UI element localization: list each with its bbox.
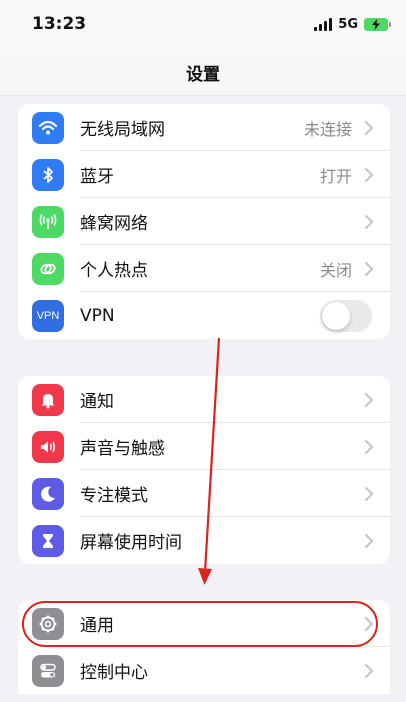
status-time: 13:23 bbox=[32, 14, 87, 34]
hotspot-value: 关闭 bbox=[319, 260, 352, 280]
hourglass-icon bbox=[32, 524, 64, 557]
bluetooth-value: 打开 bbox=[319, 166, 352, 186]
focus-label: 专注模式 bbox=[80, 486, 148, 506]
vpn-icon-text: VPN bbox=[36, 309, 60, 322]
chevron-right-icon bbox=[365, 120, 374, 135]
wifi-value: 未连接 bbox=[303, 119, 352, 139]
row-sounds[interactable]: 声音与触感 bbox=[18, 423, 390, 470]
notifications-label: 通知 bbox=[80, 392, 114, 412]
row-general[interactable]: 通用 bbox=[18, 600, 390, 647]
chevron-right-icon bbox=[365, 486, 374, 501]
bell-icon bbox=[32, 383, 64, 416]
cellular-label: 蜂窝网络 bbox=[80, 214, 148, 234]
chevron-right-icon bbox=[365, 439, 374, 454]
network-type: 5G bbox=[338, 16, 358, 32]
control-center-label: 控制中心 bbox=[80, 663, 148, 683]
status-indicators: 5G bbox=[314, 15, 391, 33]
wifi-label: 无线局域网 bbox=[80, 120, 165, 140]
chevron-right-icon bbox=[365, 616, 374, 631]
row-wifi[interactable]: 无线局域网 未连接 bbox=[18, 104, 390, 151]
antenna-icon bbox=[32, 205, 64, 238]
general-label: 通用 bbox=[80, 616, 114, 636]
status-bar: 13:23 5G bbox=[0, 0, 406, 50]
row-cellular[interactable]: 蜂窝网络 bbox=[18, 198, 390, 245]
signal-icon bbox=[314, 17, 333, 31]
sounds-label: 声音与触感 bbox=[80, 439, 165, 459]
nav-bar: 设置 bbox=[0, 50, 406, 96]
row-bluetooth[interactable]: 蓝牙 打开 bbox=[18, 151, 390, 198]
vpn-toggle[interactable] bbox=[320, 299, 372, 332]
chevron-right-icon bbox=[365, 663, 374, 678]
notifications-group: 通知 声音与触感 专注模式 屏幕使用时间 bbox=[18, 376, 390, 564]
hotspot-label: 个人热点 bbox=[80, 261, 148, 281]
row-focus[interactable]: 专注模式 bbox=[18, 470, 390, 517]
battery-icon bbox=[364, 17, 391, 31]
general-group: 通用 控制中心 bbox=[18, 600, 390, 694]
bluetooth-icon bbox=[32, 158, 64, 191]
speaker-icon bbox=[32, 430, 64, 463]
vpn-label: VPN bbox=[80, 305, 115, 326]
chevron-right-icon bbox=[365, 167, 374, 182]
chevron-right-icon bbox=[365, 533, 374, 548]
screen-time-label: 屏幕使用时间 bbox=[80, 533, 182, 553]
connectivity-group: 无线局域网 未连接 蓝牙 打开 蜂窝网络 个人热点 关闭 VPN VPN bbox=[18, 104, 390, 339]
row-notifications[interactable]: 通知 bbox=[18, 376, 390, 423]
bluetooth-label: 蓝牙 bbox=[80, 167, 114, 187]
wifi-icon bbox=[32, 111, 64, 144]
row-hotspot[interactable]: 个人热点 关闭 bbox=[18, 245, 390, 292]
chevron-right-icon bbox=[365, 214, 374, 229]
moon-icon bbox=[32, 477, 64, 510]
toggle-knob bbox=[322, 301, 350, 330]
gear-icon bbox=[32, 607, 64, 640]
toggles-icon bbox=[32, 654, 64, 687]
row-screen-time[interactable]: 屏幕使用时间 bbox=[18, 517, 390, 564]
row-vpn: VPN VPN bbox=[18, 292, 390, 339]
page-title: 设置 bbox=[186, 65, 220, 85]
vpn-icon: VPN bbox=[32, 299, 64, 332]
row-control-center[interactable]: 控制中心 bbox=[18, 647, 390, 694]
link-icon bbox=[32, 252, 64, 285]
chevron-right-icon bbox=[365, 261, 374, 276]
chevron-right-icon bbox=[365, 392, 374, 407]
